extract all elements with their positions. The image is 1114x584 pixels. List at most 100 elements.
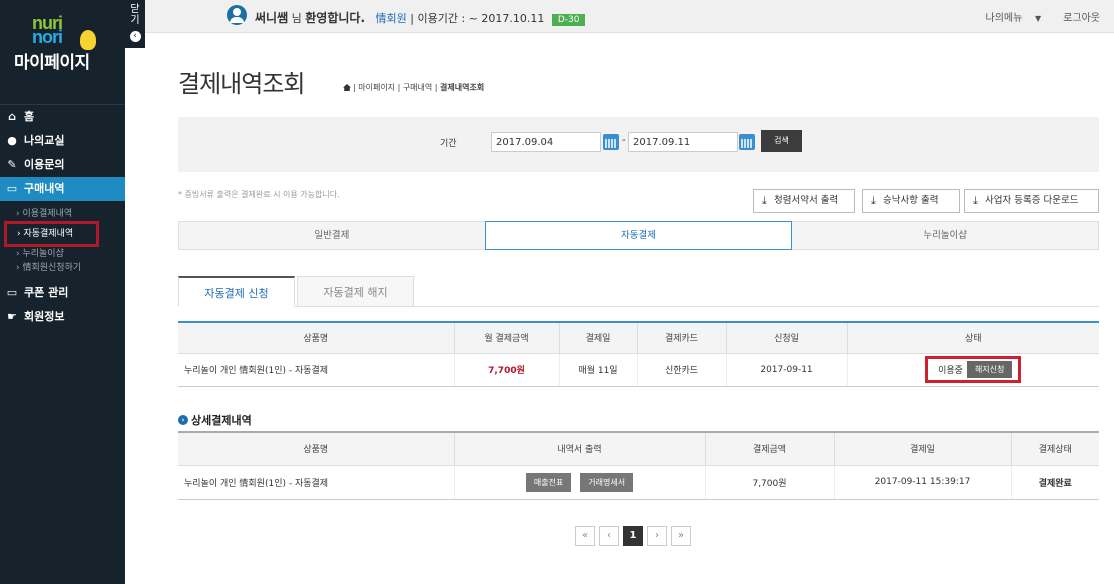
username: 써니쌤	[255, 11, 289, 25]
product-name: 누리놀이 개인 情회원(1인) - 자동결제	[178, 353, 455, 387]
sidebar-menu: ⌂ 홈 ● 나의교실 ✎ 이용문의 ▭ 구매내역 › 이용결제내역 › 자동결제…	[0, 104, 125, 329]
column-header: 결제금액	[705, 431, 835, 466]
start-date-input[interactable]	[491, 132, 601, 152]
submenu-item-auto-payment[interactable]: › 자동결제내역	[4, 221, 99, 247]
pledge-print-button[interactable]: 청렴서약서 출력	[753, 189, 855, 213]
detail-section-title: › 상세결제내역	[178, 412, 252, 428]
sidebar-item-label: 홈	[24, 110, 35, 123]
column-header: 상태	[847, 321, 1099, 354]
hand-icon: ☛	[7, 310, 17, 323]
table-row: 누리놀이 개인 情회원(1인) - 자동결제 7,700원 매월 11일 신한카…	[178, 353, 1099, 387]
detail-payment-table: 상품명 내역서 출력 결제금액 결제일 결제상태 누리놀이 개인 情회원(1인)…	[178, 431, 1099, 500]
table-header-row: 상품명 내역서 출력 결제금액 결제일 결제상태	[178, 431, 1099, 466]
payment-status: 결제완료	[1011, 465, 1099, 500]
tab-auto-payment-apply[interactable]: 자동결제 신청	[178, 276, 295, 307]
submenu-item-nurinori-shop[interactable]: › 누리놀이샵	[16, 247, 125, 261]
column-header: 신청일	[726, 321, 848, 354]
submenu-item-payment-history[interactable]: › 이용결제내역	[16, 207, 125, 221]
transaction-statement-button[interactable]: 거래명세서	[580, 472, 634, 492]
logo-nori: nori	[32, 27, 63, 47]
payment-amount: 7,700원	[705, 465, 835, 500]
tab-nurinori-shop[interactable]: 누리놀이샵	[792, 222, 1098, 249]
sidebar-item-label: 구매내역	[24, 182, 65, 195]
lightbulb-icon	[80, 30, 96, 50]
auto-payment-subtabs: 자동결제 신청 자동결제 해지	[178, 276, 1099, 307]
welcome-message: 써니쌤 님 환영합니다. 情회원 | 이용기간 : ~ 2017.10.11 D…	[255, 9, 586, 26]
close-label-top: 닫	[130, 4, 140, 15]
last-page-button[interactable]: »	[671, 526, 691, 546]
chevron-right-circle-icon: ›	[178, 415, 188, 425]
nurinori-logo[interactable]: nuri nori 마이페이지	[14, 14, 114, 86]
payment-type-tabs: 일반결제 자동결제 누리놀이샵	[178, 221, 1099, 250]
consent-print-button[interactable]: 승낙사항 출력	[862, 189, 960, 213]
close-label-bottom: 기	[130, 15, 140, 26]
sidebar-item-member-info[interactable]: ☛ 회원정보	[0, 305, 125, 329]
calendar-icon[interactable]	[603, 134, 619, 150]
sales-slip-button[interactable]: 매출전표	[525, 472, 572, 492]
search-button[interactable]: 검색	[761, 130, 802, 152]
statement-buttons: 매출전표 거래명세서	[454, 465, 706, 500]
sidebar-item-label: 이용문의	[24, 158, 65, 171]
first-page-button[interactable]: «	[575, 526, 595, 546]
sidebar-item-home[interactable]: ⌂ 홈	[0, 105, 125, 129]
submenu-item-membership-apply[interactable]: › 情회원신청하기	[16, 261, 125, 275]
home-icon[interactable]	[343, 84, 351, 91]
my-menu-button[interactable]: 나의메뉴 ▼	[964, 9, 1042, 24]
page-title: 결제내역조회	[178, 70, 305, 98]
home-icon: ⌂	[8, 110, 16, 123]
sidebar-item-coupons[interactable]: ▭ 쿠폰 관리	[0, 281, 125, 305]
column-header: 결제카드	[637, 321, 727, 354]
status-cell: 이용중 해지신청	[847, 353, 1099, 387]
column-header: 상품명	[178, 431, 455, 466]
sidebar-item-inquiry[interactable]: ✎ 이용문의	[0, 153, 125, 177]
status-highlight: 이용중 해지신청	[925, 356, 1022, 383]
column-header: 내역서 출력	[454, 431, 706, 466]
page-number-button[interactable]: 1	[623, 526, 643, 546]
table-header-row: 상품명 월 결제금액 결제일 결제카드 신청일 상태	[178, 321, 1099, 354]
tab-auto-payment-cancel[interactable]: 자동결제 해지	[297, 276, 414, 307]
sidebar-title: 마이페이지	[14, 53, 90, 73]
member-grade-link[interactable]: 情회원	[376, 12, 407, 25]
sidebar-item-label: 나의교실	[24, 134, 65, 147]
sidebar: nuri nori 마이페이지 ⌂ 홈 ● 나의교실 ✎ 이용문의 ▭ 구매내역…	[0, 0, 125, 584]
welcome-text: 환영합니다.	[305, 11, 366, 25]
pay-day: 매월 11일	[559, 353, 638, 387]
period-label: 기간	[440, 139, 457, 149]
dropdown-icon: ▼	[1035, 14, 1042, 23]
tab-auto-payment[interactable]: 자동결제	[484, 221, 793, 250]
usage-period: | 이용기간 : ~ 2017.10.11	[410, 12, 545, 25]
apply-date: 2017-09-11	[726, 353, 848, 387]
column-header: 결제일	[559, 321, 638, 354]
detail-title: 상세결제내역	[191, 414, 252, 427]
pay-card: 신한카드	[637, 353, 727, 387]
end-date-input[interactable]	[628, 132, 738, 152]
sidebar-item-label: 쿠폰 관리	[24, 286, 69, 299]
business-license-download-button[interactable]: 사업자 등록증 다운로드	[964, 189, 1099, 213]
sidebar-item-purchases[interactable]: ▭ 구매내역	[0, 177, 125, 201]
cart-icon: ▭	[6, 182, 18, 195]
next-page-button[interactable]: ›	[647, 526, 667, 546]
date-separator: -	[622, 135, 626, 146]
table-row: 누리놀이 개인 情회원(1인) - 자동결제 매출전표 거래명세서 7,700원…	[178, 465, 1099, 500]
search-panel: 기간 - 검색	[178, 117, 1099, 172]
column-header: 상품명	[178, 321, 455, 354]
tab-general-payment[interactable]: 일반결제	[179, 222, 485, 249]
column-header: 결제일	[834, 431, 1012, 466]
sidebar-close-button[interactable]: 닫 기 ‹	[125, 0, 145, 48]
top-right-menu: 나의메뉴 ▼ 로그아웃	[942, 9, 1101, 24]
breadcrumb: | 마이페이지 | 구매내역 | 결제내역조회	[343, 82, 484, 93]
prev-page-button[interactable]: ‹	[599, 526, 619, 546]
honorific: 님	[291, 12, 302, 25]
auto-payment-table: 상품명 월 결제금액 결제일 결제카드 신청일 상태 누리놀이 개인 情회원(1…	[178, 321, 1099, 387]
logout-button[interactable]: 로그아웃	[1063, 9, 1100, 24]
status-text: 이용중	[938, 366, 963, 376]
user-icon: ●	[7, 134, 17, 147]
pagination: « ‹ 1 › »	[575, 526, 695, 546]
payment-date: 2017-09-11 15:39:17	[834, 465, 1012, 500]
column-header: 월 결제금액	[454, 321, 560, 354]
edit-icon: ✎	[7, 158, 17, 171]
cancel-request-button[interactable]: 해지신청	[966, 361, 1013, 378]
sidebar-item-my-class[interactable]: ● 나의교실	[0, 129, 125, 153]
product-name: 누리놀이 개인 情회원(1인) - 자동결제	[178, 465, 455, 500]
calendar-icon[interactable]	[739, 134, 755, 150]
